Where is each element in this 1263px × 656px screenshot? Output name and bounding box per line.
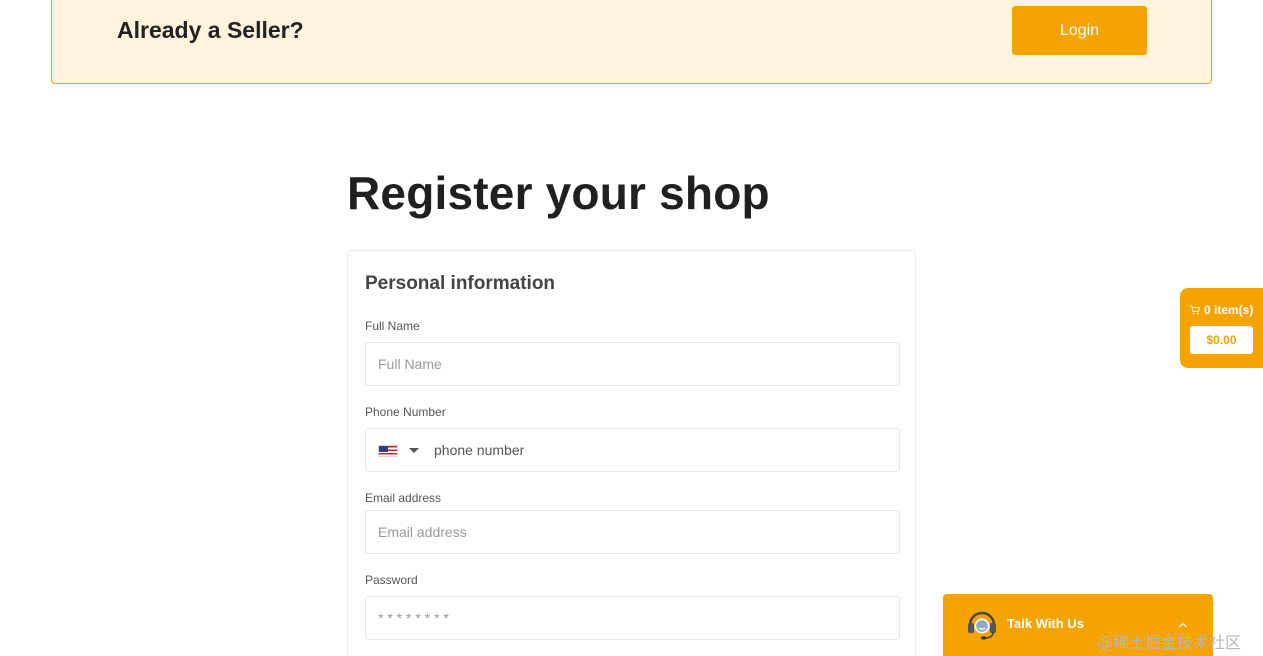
- cart-widget[interactable]: 0 item(s) $0.00: [1180, 288, 1263, 368]
- email-input[interactable]: [365, 510, 900, 554]
- cart-count-label: 0 item(s): [1204, 303, 1254, 317]
- caret-down-icon: [409, 448, 419, 453]
- cart-icon: [1190, 305, 1200, 315]
- headset-support-icon: [968, 611, 996, 640]
- chat-label: Talk With Us: [1007, 616, 1084, 631]
- full-name-input[interactable]: [365, 342, 900, 386]
- phone-field: [365, 428, 900, 472]
- registration-form: Personal information Full Name Phone Num…: [347, 250, 916, 656]
- cart-total: $0.00: [1190, 326, 1253, 354]
- page-title: Register your shop: [347, 167, 770, 219]
- password-label: Password: [365, 573, 418, 587]
- watermark: @稀土掘金技术社区: [1097, 633, 1242, 652]
- us-flag-icon: [378, 445, 398, 457]
- seller-banner-title: Already a Seller?: [117, 17, 304, 43]
- full-name-label: Full Name: [365, 319, 420, 333]
- phone-label: Phone Number: [365, 405, 446, 419]
- cart-count: 0 item(s): [1190, 303, 1253, 317]
- section-title: Personal information: [365, 273, 556, 294]
- phone-input[interactable]: [426, 429, 896, 471]
- seller-banner: Already a Seller? Login: [51, 0, 1212, 84]
- email-label: Email address: [365, 491, 442, 505]
- country-code-select[interactable]: [366, 429, 426, 471]
- password-input[interactable]: [365, 596, 900, 640]
- login-button[interactable]: Login: [1012, 6, 1147, 55]
